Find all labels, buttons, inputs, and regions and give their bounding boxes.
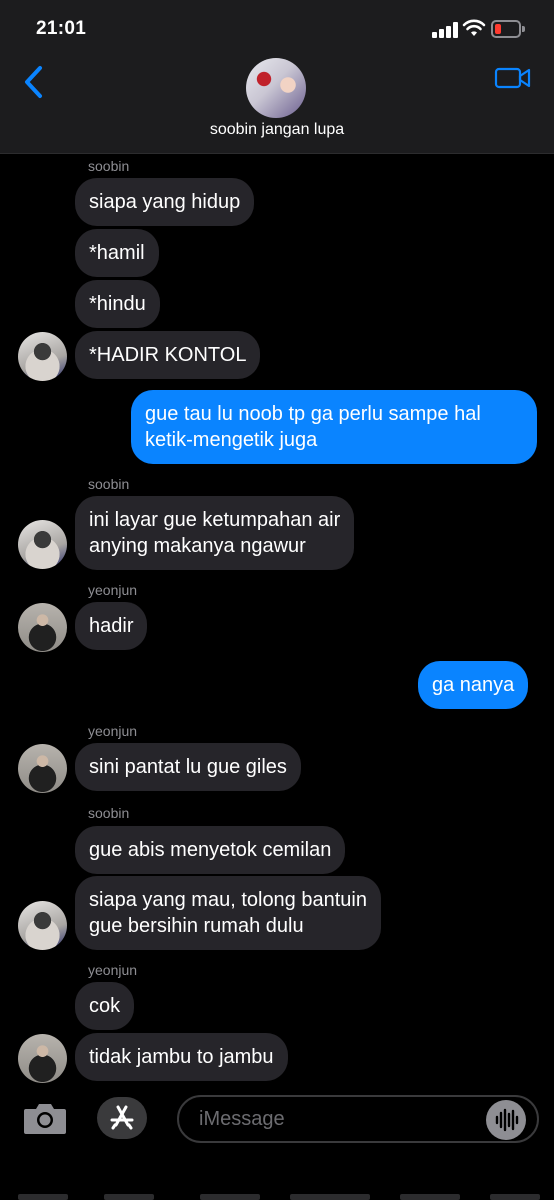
sender-label: yeonjun	[88, 582, 138, 598]
incoming-message[interactable]: gue abis menyetok cemilan	[75, 826, 346, 874]
app-drawer-strip	[18, 1194, 540, 1200]
incoming-message[interactable]: *hindu	[75, 280, 160, 328]
status-bar: 21:01	[0, 0, 554, 60]
incoming-message[interactable]: ini layar gue ketumpahan air anying maka…	[75, 496, 355, 570]
sender-avatar	[18, 332, 67, 381]
sender-label: yeonjun	[88, 962, 138, 978]
message-line: ini layar gue ketumpahan air	[89, 509, 341, 531]
message-input[interactable]: iMessage	[177, 1095, 539, 1143]
incoming-message[interactable]: siapa yang mau, tolong bantuin gue bersi…	[75, 876, 381, 950]
incoming-message[interactable]: *HADIR KONTOL	[75, 331, 261, 379]
message-line: ketik-mengetik juga	[145, 429, 318, 451]
battery-icon	[491, 20, 525, 38]
sender-label: soobin	[88, 158, 130, 174]
app-store-icon	[110, 1105, 134, 1130]
sender-label: soobin	[88, 476, 130, 492]
outgoing-message[interactable]: ga nanya	[418, 661, 529, 709]
incoming-message[interactable]: *hamil	[75, 229, 159, 277]
sender-label: soobin	[88, 805, 130, 821]
status-time: 21:01	[36, 18, 87, 39]
incoming-message[interactable]: tidak jambu to jambu	[75, 1033, 288, 1081]
incoming-message[interactable]: cok	[75, 982, 135, 1030]
app-store-button[interactable]	[97, 1097, 147, 1139]
audio-record-button[interactable]	[486, 1100, 526, 1140]
conversation-header: 21:01 soobin jangan lupa	[0, 0, 554, 154]
sender-avatar	[18, 1034, 67, 1083]
video-camera-icon[interactable]	[494, 66, 532, 90]
message-line: gue tau lu noob tp ga perlu sampe hal	[145, 403, 481, 425]
message-input-placeholder: iMessage	[199, 1108, 285, 1130]
sender-avatar	[18, 520, 67, 569]
sender-avatar	[18, 901, 67, 950]
sender-avatar	[18, 603, 67, 652]
message-line: gue bersihin rumah dulu	[89, 915, 304, 937]
wifi-icon	[462, 19, 486, 36]
back-chevron-icon[interactable]	[22, 64, 46, 100]
incoming-message[interactable]: sini pantat lu gue giles	[75, 743, 301, 791]
incoming-message[interactable]: siapa yang hidup	[75, 178, 255, 226]
message-line: siapa yang mau, tolong bantuin	[89, 889, 367, 911]
incoming-message[interactable]: hadir	[75, 602, 148, 650]
cellular-signal-icon	[432, 22, 458, 38]
camera-icon[interactable]	[22, 1100, 68, 1136]
sender-label: yeonjun	[88, 723, 138, 739]
sender-avatar	[18, 744, 67, 793]
outgoing-message[interactable]: gue tau lu noob tp ga perlu sampe hal ke…	[131, 390, 537, 464]
contact-avatar[interactable]	[246, 58, 306, 118]
audio-waveform-icon	[495, 1108, 519, 1132]
contact-name[interactable]: soobin jangan lupa	[0, 121, 554, 139]
message-line: anying makanya ngawur	[89, 535, 306, 557]
